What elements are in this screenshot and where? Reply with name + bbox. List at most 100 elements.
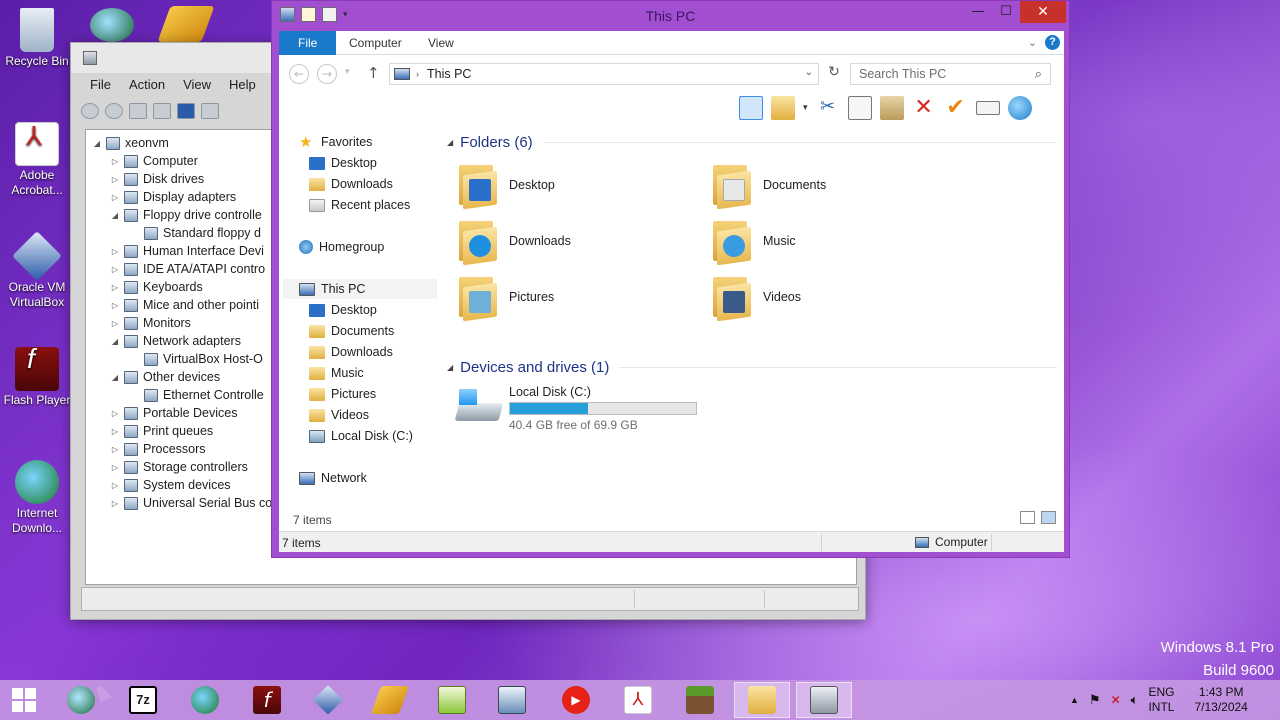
device-tree-node[interactable]: ▷ Display adapters <box>110 188 236 206</box>
device-tree-node[interactable]: ▷ Monitors <box>110 314 191 332</box>
breadcrumb-chevron-icon[interactable]: › <box>416 69 419 79</box>
device-tree-node[interactable]: ▷ Universal Serial Bus co <box>110 494 272 512</box>
expand-toggle-icon[interactable]: ▷ <box>110 175 120 184</box>
nav-network[interactable]: Network <box>299 468 367 488</box>
expand-toggle-icon[interactable]: ▷ <box>110 193 120 202</box>
maximize-button[interactable]: ☐ <box>992 1 1020 23</box>
large-icons-view-icon[interactable] <box>1041 511 1056 524</box>
folder-tile-desktop[interactable]: Desktop <box>457 159 697 211</box>
breadcrumb-this-pc[interactable]: This PC <box>427 67 471 81</box>
paste-icon[interactable] <box>879 96 904 120</box>
menu-file[interactable]: File <box>81 75 120 97</box>
device-tree-node[interactable]: ▷ Human Interface Devi <box>110 242 264 260</box>
device-tree-node[interactable]: Ethernet Controlle <box>130 386 264 404</box>
expand-toggle-icon[interactable]: ◢ <box>110 337 120 346</box>
device-tree-node[interactable]: ▷ Portable Devices <box>110 404 238 422</box>
recent-locations-chevron-icon[interactable]: ▾ <box>345 67 350 77</box>
folder-tile-pictures[interactable]: Pictures <box>457 271 697 323</box>
menu-help[interactable]: Help <box>220 75 265 97</box>
winamp-desktop-icon[interactable] <box>157 6 215 42</box>
menu-view[interactable]: View <box>174 75 220 97</box>
help-icon[interactable] <box>177 103 195 119</box>
device-tree-node[interactable]: ▷ IDE ATA/ATAPI contro <box>110 260 265 278</box>
nav-pc-music[interactable]: Music <box>309 363 364 383</box>
folder-tile-documents[interactable]: Documents <box>711 159 951 211</box>
nav-fav-desktop[interactable]: Desktop <box>309 153 377 173</box>
tab-file[interactable]: File <box>279 31 337 55</box>
taskbar-file-explorer[interactable] <box>734 682 790 718</box>
details-view-icon[interactable] <box>1020 511 1035 524</box>
folder-tile-music[interactable]: Music <box>711 215 951 267</box>
taskbar-7zip[interactable]: 7z <box>115 682 171 718</box>
volume-muted-icon[interactable]: 🔈︎ <box>1131 692 1139 708</box>
network-status-icon[interactable]: ✕ <box>1111 693 1121 707</box>
device-tree-node[interactable]: ▷ Storage controllers <box>110 458 248 476</box>
back-arrow-icon[interactable] <box>81 103 99 119</box>
taskbar-winamp[interactable] <box>362 682 418 718</box>
device-tree-node[interactable]: ▷ Mice and other pointi <box>110 296 259 314</box>
taskbar-idm[interactable] <box>177 682 233 718</box>
minimize-button[interactable]: — <box>964 1 992 23</box>
desktop-icon-recycle-bin[interactable]: Recycle Bin <box>0 8 74 69</box>
search-input[interactable]: Search This PC ⌕ <box>850 63 1051 85</box>
back-button[interactable]: ← <box>289 64 309 84</box>
expand-toggle-icon[interactable]: ◢ <box>110 211 120 220</box>
close-button[interactable]: ✕ <box>1020 1 1066 23</box>
expand-toggle-icon[interactable]: ▷ <box>110 265 120 274</box>
checkmark-icon[interactable]: ✔ <box>944 96 968 120</box>
action-center-flag-icon[interactable]: ⚑ <box>1089 692 1101 708</box>
chevron-down-icon[interactable]: ▾ <box>803 103 808 113</box>
collapse-triangle-icon[interactable]: ◢ <box>447 138 453 147</box>
device-tree-node[interactable]: VirtualBox Host-O <box>130 350 263 368</box>
expand-toggle-icon[interactable]: ▷ <box>110 157 120 166</box>
explorer-window[interactable]: ▾ This PC — ☐ ✕ File Computer View ⌄ ? ←… <box>271 0 1070 558</box>
device-tree-node[interactable]: ▷ Print queues <box>110 422 213 440</box>
copy-icon[interactable] <box>847 96 872 120</box>
taskbar-acrobat[interactable]: ⅄ <box>610 682 666 718</box>
taskbar-youtube[interactable]: ▶ <box>548 682 604 718</box>
language-indicator[interactable]: ENG INTL <box>1148 685 1174 715</box>
expand-toggle-icon[interactable]: ▷ <box>110 445 120 454</box>
expand-toggle-icon[interactable]: ▷ <box>110 463 120 472</box>
address-bar[interactable]: › This PC ⌄ <box>389 63 819 85</box>
devices-group-header[interactable]: ◢ Devices and drives (1) <box>447 356 1057 378</box>
device-tree-node[interactable]: ▷ Disk drives <box>110 170 204 188</box>
nav-favorites[interactable]: ★ Favorites <box>299 132 372 152</box>
tab-view[interactable]: View <box>414 31 468 55</box>
preview-pane-icon[interactable] <box>739 96 763 120</box>
device-tree-node[interactable]: ◢ xeonvm <box>92 134 169 152</box>
expand-toggle-icon[interactable]: ▷ <box>110 499 120 508</box>
expand-ribbon-icon[interactable]: ⌄ <box>1028 36 1037 49</box>
device-tree-node[interactable]: ▷ Processors <box>110 440 206 458</box>
expand-toggle-icon[interactable]: ◢ <box>110 373 120 382</box>
menu-action[interactable]: Action <box>120 75 174 97</box>
device-tree-node[interactable]: Standard floppy d <box>130 224 261 242</box>
desktop-icon-virtualbox[interactable]: Oracle VM VirtualBox <box>0 231 74 310</box>
desktop-icon-internet-download-manager[interactable]: Internet Downlo... <box>0 460 74 536</box>
nav-pc-desktop[interactable]: Desktop <box>309 300 377 320</box>
taskbar-notepadpp[interactable] <box>424 682 480 718</box>
expand-toggle-icon[interactable]: ▷ <box>110 301 120 310</box>
help-icon[interactable]: ? <box>1045 35 1060 50</box>
taskbar-minecraft[interactable] <box>672 682 728 718</box>
expand-toggle-icon[interactable]: ▷ <box>110 319 120 328</box>
expand-toggle-icon[interactable]: ▷ <box>110 427 120 436</box>
nav-pc-videos[interactable]: Videos <box>309 405 369 425</box>
folder-tile-downloads[interactable]: Downloads <box>457 215 697 267</box>
expand-toggle-icon[interactable]: ◢ <box>92 139 102 148</box>
folder-tile-videos[interactable]: Videos <box>711 271 951 323</box>
tab-computer[interactable]: Computer <box>335 31 416 55</box>
delete-icon[interactable]: ✕ <box>912 96 936 120</box>
forward-button[interactable]: → <box>317 64 337 84</box>
ie-desktop-icon[interactable] <box>90 8 134 42</box>
desktop-icon-flash-player[interactable]: f Flash Player <box>0 345 74 408</box>
nav-fav-recent-places[interactable]: Recent places <box>309 195 410 215</box>
nav-pc-downloads[interactable]: Downloads <box>309 342 393 362</box>
device-tree-node[interactable]: ▷ Computer <box>110 152 198 170</box>
nav-pc-documents[interactable]: Documents <box>309 321 394 341</box>
expand-toggle-icon[interactable]: ▷ <box>110 409 120 418</box>
address-dropdown-icon[interactable]: ⌄ <box>805 67 813 78</box>
explorer-titlebar[interactable]: ▾ This PC — ☐ ✕ <box>272 1 1069 31</box>
scan-icon[interactable] <box>201 103 219 119</box>
device-tree-node[interactable]: ▷ Keyboards <box>110 278 203 296</box>
